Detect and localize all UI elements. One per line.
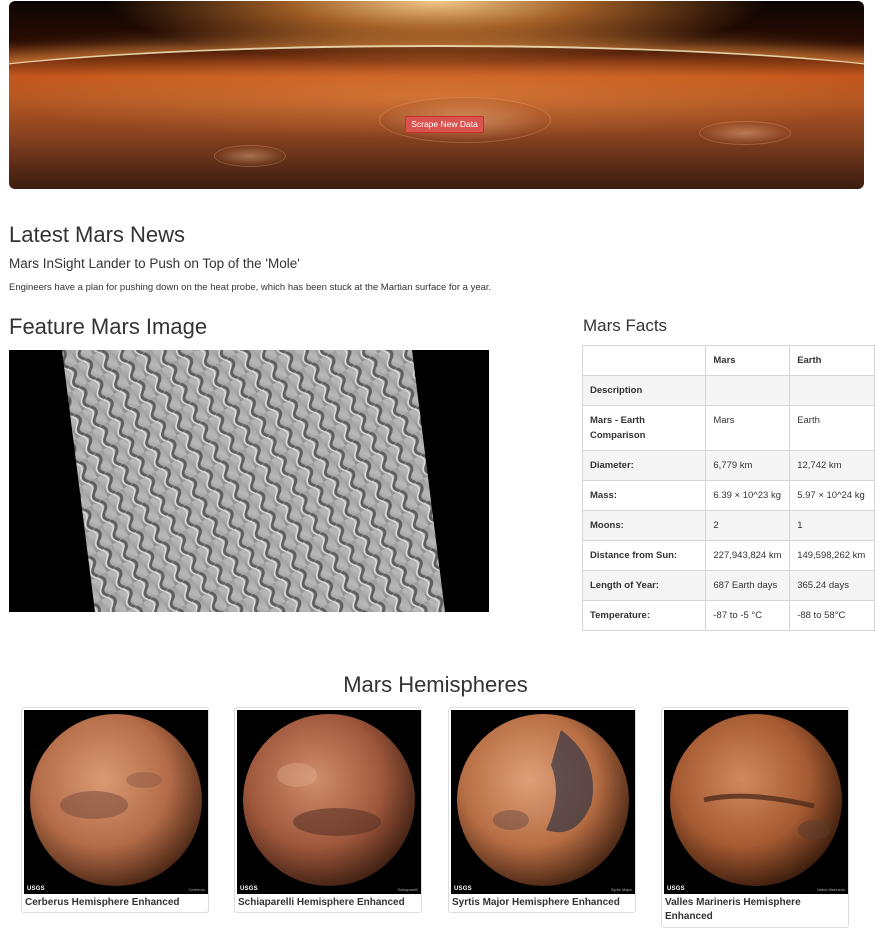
crater [699,121,791,145]
table-row: Distance from Sun: 227,943,824 km 149,59… [581,540,875,571]
earth-value: 5.97 × 10^24 kg [789,480,875,511]
hemispheres-heading: Mars Hemispheres [343,672,528,697]
news-title: Mars InSight Lander to Push on Top of th… [9,256,300,271]
mars-globe [30,714,202,886]
row-label: Moons: [581,510,707,541]
facts-heading: Mars Facts [583,316,668,335]
earth-value [789,375,875,406]
mars-value: Mars [705,405,791,451]
news-heading: Latest Mars News [9,222,186,247]
hemisphere-image[interactable]: USGS Cerberus [24,710,208,894]
image-corner-label: Syrtis Major [610,887,632,892]
image-corner-label: Cerberus [188,887,205,892]
usgs-badge: USGS [454,886,472,892]
featured-image-heading: Feature Mars Image [9,314,208,339]
table-row: Description [581,375,875,406]
mars-value: 6.39 × 10^23 kg [705,480,791,511]
earth-value: 365.24 days [789,570,875,601]
mars-value: 6,779 km [705,450,791,481]
news-teaser: Engineers have a plan for pushing down o… [9,282,492,293]
column-header: Earth [789,345,875,376]
row-label: Length of Year: [581,570,707,601]
image-corner-label: Valles Marineris [816,887,845,892]
mars-globe [243,714,415,886]
crater [214,145,286,167]
hemisphere-image[interactable]: USGS Valles Marineris [664,710,848,894]
mars-facts-table: Mars Earth Description Mars - Earth Comp… [581,345,875,631]
column-header [581,345,707,376]
table-header-row: Mars Earth [581,345,875,376]
hemisphere-image[interactable]: USGS Syrtis Major [451,710,635,894]
mars-value: 2 [705,510,791,541]
mars-value: -87 to -5 °C [705,600,791,631]
mars-globe [670,714,842,886]
hemisphere-card-syrtis-major[interactable]: USGS Syrtis Major Syrtis Major Hemispher… [448,707,636,913]
hemisphere-title[interactable]: Cerberus Hemisphere Enhanced [24,894,206,912]
image-corner-label: Schiaparelli [397,887,418,892]
hemisphere-title[interactable]: Valles Marineris Hemisphere Enhanced [664,894,846,926]
hemisphere-card-schiaparelli[interactable]: USGS Schiaparelli Schiaparelli Hemispher… [234,707,422,913]
usgs-badge: USGS [240,886,258,892]
hemisphere-card-valles-marineris[interactable]: USGS Valles Marineris Valles Marineris H… [661,707,849,928]
dunes-image [62,350,445,612]
mars-value: 227,943,824 km [705,540,791,571]
scrape-new-data-button[interactable]: Scrape New Data [405,116,484,133]
table-row: Temperature: -87 to -5 °C -88 to 58°C [581,600,875,631]
usgs-badge: USGS [667,886,685,892]
row-label: Mass: [581,480,707,511]
earth-value: 1 [789,510,875,541]
earth-value: -88 to 58°C [789,600,875,631]
mars-value: 687 Earth days [705,570,791,601]
row-label: Temperature: [581,600,707,631]
row-label: Distance from Sun: [581,540,707,571]
mars-value [705,375,791,406]
usgs-badge: USGS [27,886,45,892]
table-row: Length of Year: 687 Earth days 365.24 da… [581,570,875,601]
hemisphere-card-cerberus[interactable]: USGS Cerberus Cerberus Hemisphere Enhanc… [21,707,209,913]
row-label: Diameter: [581,450,707,481]
earth-value: 12,742 km [789,450,875,481]
mars-globe [457,714,629,886]
table-row: Diameter: 6,779 km 12,742 km [581,450,875,481]
hemisphere-title[interactable]: Syrtis Major Hemisphere Enhanced [451,894,633,912]
table-row: Mars - Earth Comparison Mars Earth [581,405,875,451]
hero-banner: Scrape New Data [9,1,864,189]
earth-value: 149,598,262 km [789,540,875,571]
hemisphere-title[interactable]: Schiaparelli Hemisphere Enhanced [237,894,419,912]
table-row: Moons: 2 1 [581,510,875,541]
row-label: Description [581,375,707,406]
column-header: Mars [705,345,791,376]
row-label: Mars - Earth Comparison [581,405,707,451]
hemisphere-image[interactable]: USGS Schiaparelli [237,710,421,894]
table-row: Mass: 6.39 × 10^23 kg 5.97 × 10^24 kg [581,480,875,511]
featured-mars-image [9,350,489,612]
earth-value: Earth [789,405,875,451]
